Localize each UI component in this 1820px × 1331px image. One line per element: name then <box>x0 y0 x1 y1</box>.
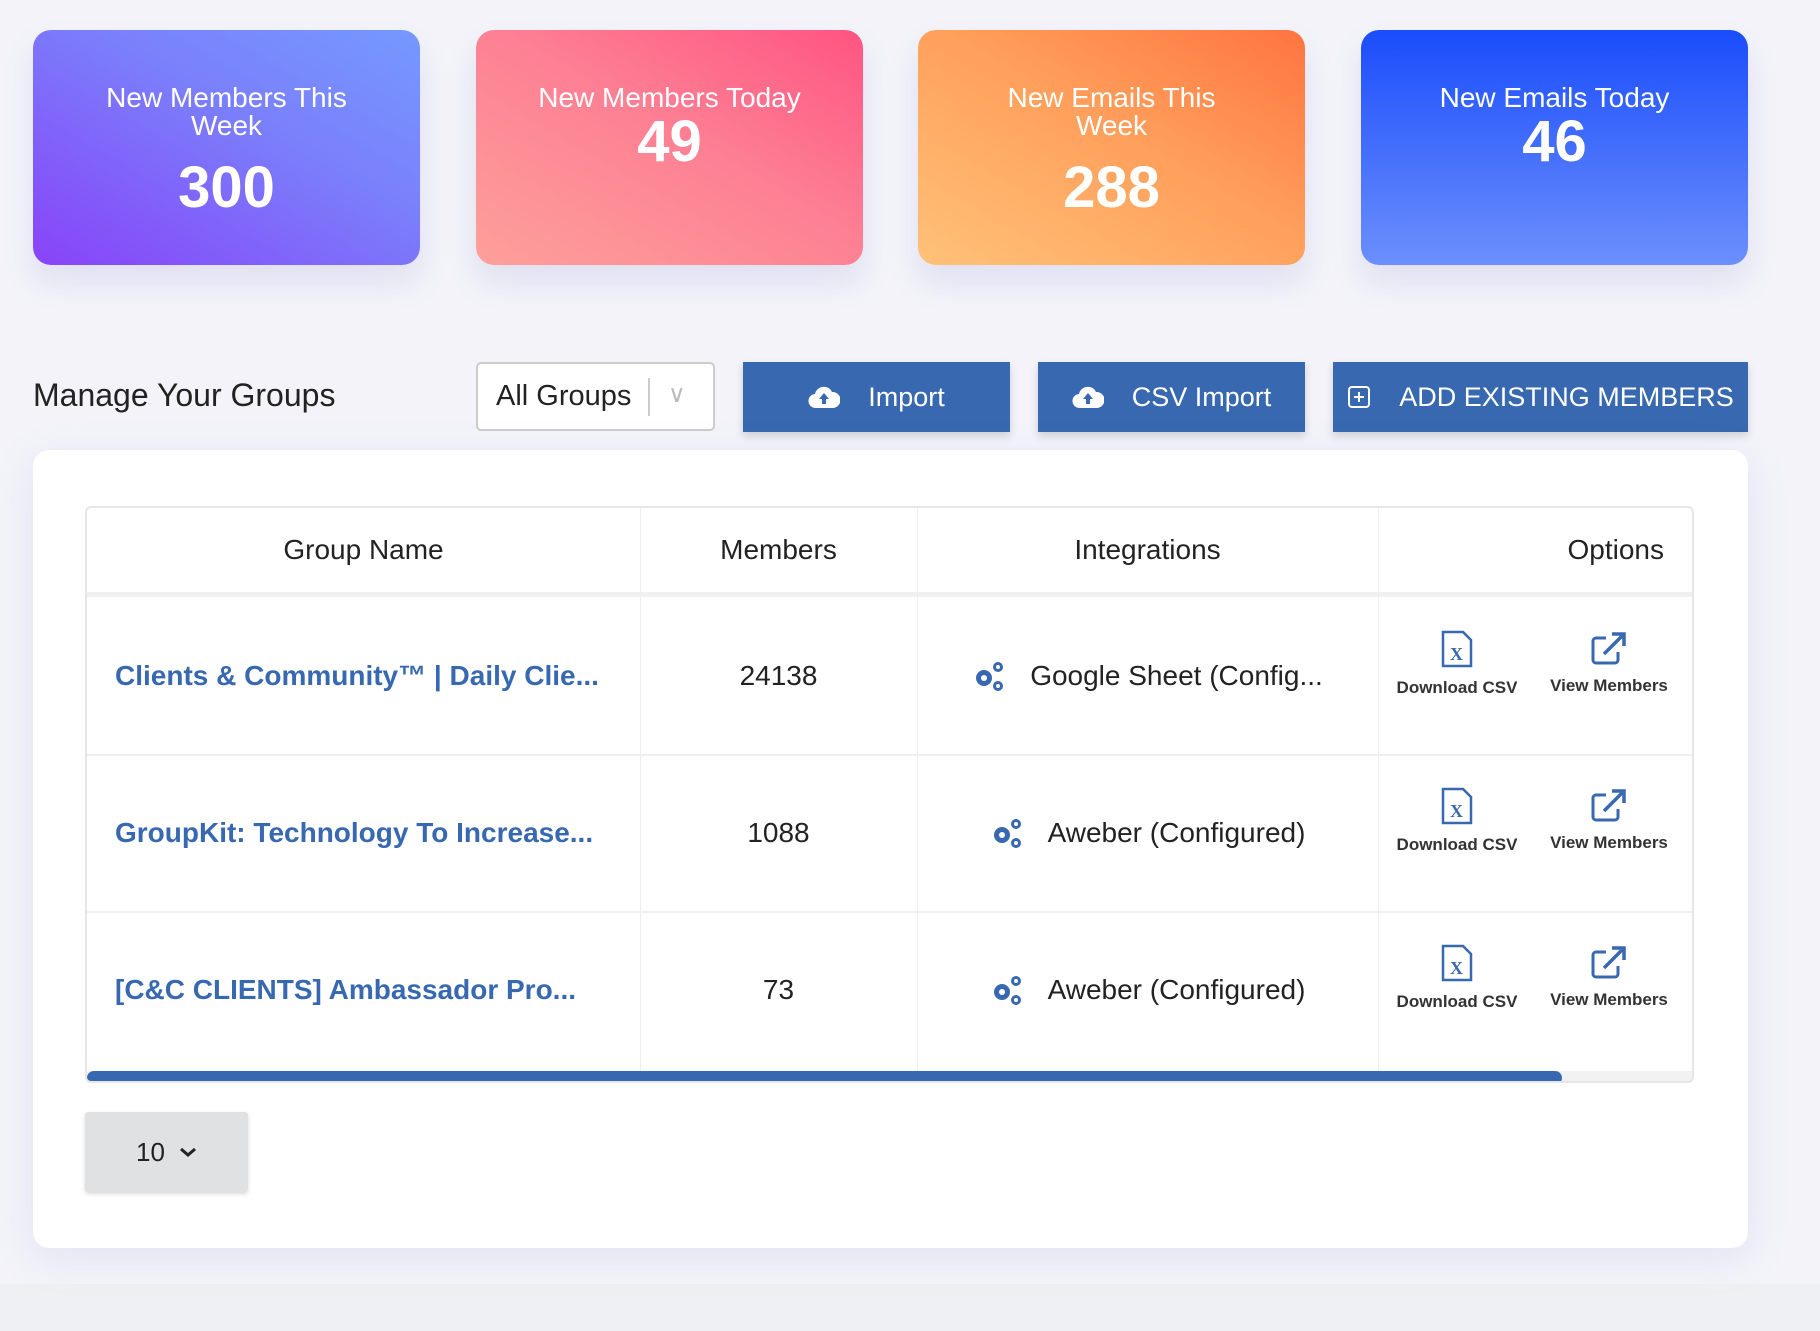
download-csv-label: Download CSV <box>1396 678 1518 697</box>
integration-status: Aweber (Configured) <box>1047 816 1306 848</box>
svg-text:X: X <box>1450 958 1463 978</box>
external-link-icon <box>1591 632 1626 665</box>
cloud-upload-icon <box>1072 386 1104 409</box>
group-filter-select[interactable]: All Groups ∨ <box>476 362 715 431</box>
header-integrations: Integrations <box>1074 534 1221 565</box>
integration-status: Aweber (Configured) <box>1047 973 1306 1005</box>
header-members: Members <box>720 534 837 565</box>
integration-cell: Google Sheet (Config... <box>917 597 1378 754</box>
chevron-down-icon: ∨ <box>668 381 686 408</box>
integration-status: Google Sheet (Config... <box>1030 659 1323 691</box>
horizontal-scrollbar[interactable] <box>87 1071 1692 1081</box>
file-excel-icon: X <box>1441 787 1473 825</box>
gears-icon <box>993 975 1021 1005</box>
stat-label: New Emails This Week <box>1007 82 1216 141</box>
csv-import-label: CSV Import <box>1131 381 1272 412</box>
cloud-upload-icon <box>808 386 841 409</box>
divider <box>648 378 650 416</box>
stat-value: 300 <box>178 155 275 220</box>
header-group-name: Group Name <box>283 534 444 565</box>
group-filter-value: All Groups <box>496 380 632 412</box>
add-existing-label: ADD EXISTING MEMBERS <box>1399 381 1734 412</box>
group-name-link[interactable]: [C&C CLIENTS] Ambassador Pro... <box>87 911 640 1068</box>
members-count: 73 <box>762 973 795 1005</box>
view-members-label: View Members <box>1550 676 1668 695</box>
import-button[interactable]: Import <box>743 362 1010 432</box>
csv-import-button[interactable]: CSV Import <box>1038 362 1305 432</box>
header-options: Options <box>1567 534 1665 565</box>
groups-panel: Group Name Members Integrations Options … <box>33 450 1748 1248</box>
table-header: Group Name Members Integrations Options <box>87 508 1692 597</box>
view-members-button[interactable]: View Members <box>1539 787 1679 853</box>
stat-value: 288 <box>1063 155 1160 220</box>
groups-table: Group Name Members Integrations Options … <box>85 506 1694 1083</box>
stat-card-new-members-today: New Members Today 49 <box>476 30 863 265</box>
page-title: Manage Your Groups <box>33 377 336 413</box>
gears-icon <box>976 661 1004 691</box>
external-link-icon <box>1591 946 1626 979</box>
stat-value: 46 <box>1522 109 1587 174</box>
stat-value: 49 <box>637 109 702 174</box>
group-name-link[interactable]: GroupKit: Technology To Increase... <box>87 754 640 911</box>
gears-icon <box>993 818 1021 848</box>
file-excel-icon: X <box>1441 630 1473 668</box>
stat-card-new-members-week: New Members This Week 300 <box>33 30 420 265</box>
integration-cell: Aweber (Configured) <box>917 754 1378 911</box>
chevron-down-icon <box>179 1147 196 1157</box>
page-size-value: 10 <box>136 1136 165 1167</box>
download-csv-label: Download CSV <box>1396 992 1518 1011</box>
members-count: 1088 <box>747 816 810 848</box>
file-excel-icon: X <box>1441 944 1473 982</box>
view-members-label: View Members <box>1550 990 1668 1009</box>
download-csv-button[interactable]: X Download CSV <box>1387 787 1527 855</box>
view-members-label: View Members <box>1550 833 1668 852</box>
group-name-link[interactable]: Clients & Community™ | Daily Clie... <box>87 597 640 754</box>
external-link-icon <box>1591 789 1626 822</box>
page-size-select[interactable]: 10 <box>85 1112 248 1192</box>
page-footer-band <box>0 1284 1820 1331</box>
plus-square-icon <box>1348 386 1371 408</box>
svg-text:X: X <box>1450 801 1463 821</box>
view-members-button[interactable]: View Members <box>1539 630 1679 696</box>
download-csv-label: Download CSV <box>1396 835 1518 854</box>
column-divider <box>1378 508 1379 1071</box>
members-count: 24138 <box>739 659 818 691</box>
download-csv-button[interactable]: X Download CSV <box>1387 630 1527 698</box>
view-members-button[interactable]: View Members <box>1539 944 1679 1010</box>
stat-card-new-emails-today: New Emails Today 46 <box>1361 30 1748 265</box>
scrollbar-thumb[interactable] <box>87 1071 1562 1081</box>
add-existing-members-button[interactable]: ADD EXISTING MEMBERS <box>1333 362 1748 432</box>
stat-label: New Members This Week <box>106 82 347 141</box>
integration-cell: Aweber (Configured) <box>917 911 1378 1068</box>
download-csv-button[interactable]: X Download CSV <box>1387 944 1527 1012</box>
svg-text:X: X <box>1450 644 1463 664</box>
stat-card-new-emails-week: New Emails This Week 288 <box>918 30 1305 265</box>
import-label: Import <box>868 381 945 412</box>
